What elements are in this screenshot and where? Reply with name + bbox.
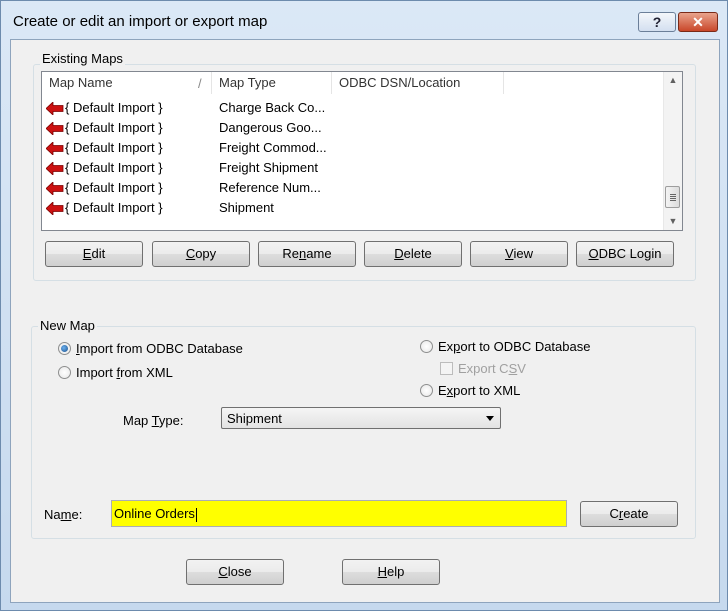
red-left-arrow-icon: [46, 182, 64, 195]
export-csv-checkbox[interactable]: [440, 362, 453, 375]
rename-button[interactable]: Rename: [258, 241, 356, 267]
map-type-cell: Shipment: [219, 200, 274, 215]
export-odbc-label[interactable]: Export to ODBC Database: [438, 339, 590, 355]
map-name-cell: { Default Import }: [65, 140, 163, 155]
export-xml-label[interactable]: Export to XML: [438, 383, 520, 399]
map-type-cell: Freight Shipment: [219, 160, 318, 175]
scroll-up-arrow-icon[interactable]: ▲: [664, 72, 682, 89]
export-csv-label: Export CSV: [458, 361, 526, 376]
red-left-arrow-icon: [46, 122, 64, 135]
red-left-arrow-icon: [46, 142, 64, 155]
text-caret: [195, 507, 197, 522]
scroll-down-arrow-icon[interactable]: ▼: [664, 213, 682, 230]
column-header-map-name[interactable]: Map Name: [42, 72, 212, 94]
list-item[interactable]: { Default Import } Dangerous Goo...: [42, 118, 660, 138]
column-header-map-type-label: Map Type: [219, 75, 276, 90]
red-left-arrow-icon: [46, 102, 64, 115]
map-type-label: Map Type:: [123, 413, 184, 428]
column-header-map-name-label: Map Name: [49, 75, 113, 90]
help-caption-button[interactable]: ?: [638, 12, 676, 32]
close-button[interactable]: Close: [186, 559, 284, 585]
name-label: Name:: [44, 507, 83, 522]
map-type-select[interactable]: Shipment: [221, 407, 501, 429]
list-item[interactable]: { Default Import } Freight Commod...: [42, 138, 660, 158]
delete-button[interactable]: Delete: [364, 241, 462, 267]
column-header-map-type[interactable]: Map Type: [212, 72, 332, 94]
import-odbc-label[interactable]: Import from ODBC Database: [76, 341, 243, 357]
new-map-label: New Map: [38, 318, 97, 333]
map-name-cell: { Default Import }: [65, 100, 163, 115]
list-vertical-scrollbar[interactable]: ▲ ▼: [663, 72, 682, 230]
view-button[interactable]: View: [470, 241, 568, 267]
list-item[interactable]: { Default Import } Reference Num...: [42, 178, 660, 198]
odbc-login-button[interactable]: ODBC Login: [576, 241, 674, 267]
column-header-separator: /: [198, 76, 202, 91]
list-item[interactable]: { Default Import } Freight Shipment: [42, 158, 660, 178]
import-odbc-radio[interactable]: [58, 342, 71, 355]
create-button[interactable]: Create: [580, 501, 678, 527]
export-odbc-radio[interactable]: [420, 340, 433, 353]
maps-list[interactable]: Map Name / Map Type ODBC DSN/Location { …: [41, 71, 683, 231]
map-type-cell: Reference Num...: [219, 180, 321, 195]
import-xml-label[interactable]: Import from XML: [76, 365, 173, 381]
red-left-arrow-icon: [46, 162, 64, 175]
map-name-value: Online Orders: [114, 506, 195, 521]
existing-maps-label: Existing Maps: [40, 51, 125, 66]
red-left-arrow-icon: [46, 202, 64, 215]
map-name-input[interactable]: Online Orders: [111, 500, 567, 527]
help-button[interactable]: Help: [342, 559, 440, 585]
list-item[interactable]: { Default Import } Charge Back Co...: [42, 98, 660, 118]
copy-button[interactable]: Copy: [152, 241, 250, 267]
column-header-odbc-dsn[interactable]: ODBC DSN/Location: [332, 72, 504, 94]
map-type-cell: Charge Back Co...: [219, 100, 326, 115]
map-type-cell: Freight Commod...: [219, 140, 327, 155]
import-xml-radio[interactable]: [58, 366, 71, 379]
map-type-value: Shipment: [227, 411, 282, 426]
edit-button[interactable]: Edit: [45, 241, 143, 267]
map-name-cell: { Default Import }: [65, 180, 163, 195]
scrollbar-thumb[interactable]: [665, 186, 680, 208]
map-name-cell: { Default Import }: [65, 160, 163, 175]
column-header-odbc-dsn-label: ODBC DSN/Location: [339, 75, 461, 90]
chevron-down-icon: [486, 416, 494, 421]
export-xml-radio[interactable]: [420, 384, 433, 397]
map-name-cell: { Default Import }: [65, 120, 163, 135]
close-caption-button[interactable]: ✕: [678, 12, 718, 32]
map-type-cell: Dangerous Goo...: [219, 120, 322, 135]
list-item[interactable]: { Default Import } Shipment: [42, 198, 660, 218]
window-title: Create or edit an import or export map: [13, 13, 268, 30]
map-name-cell: { Default Import }: [65, 200, 163, 215]
